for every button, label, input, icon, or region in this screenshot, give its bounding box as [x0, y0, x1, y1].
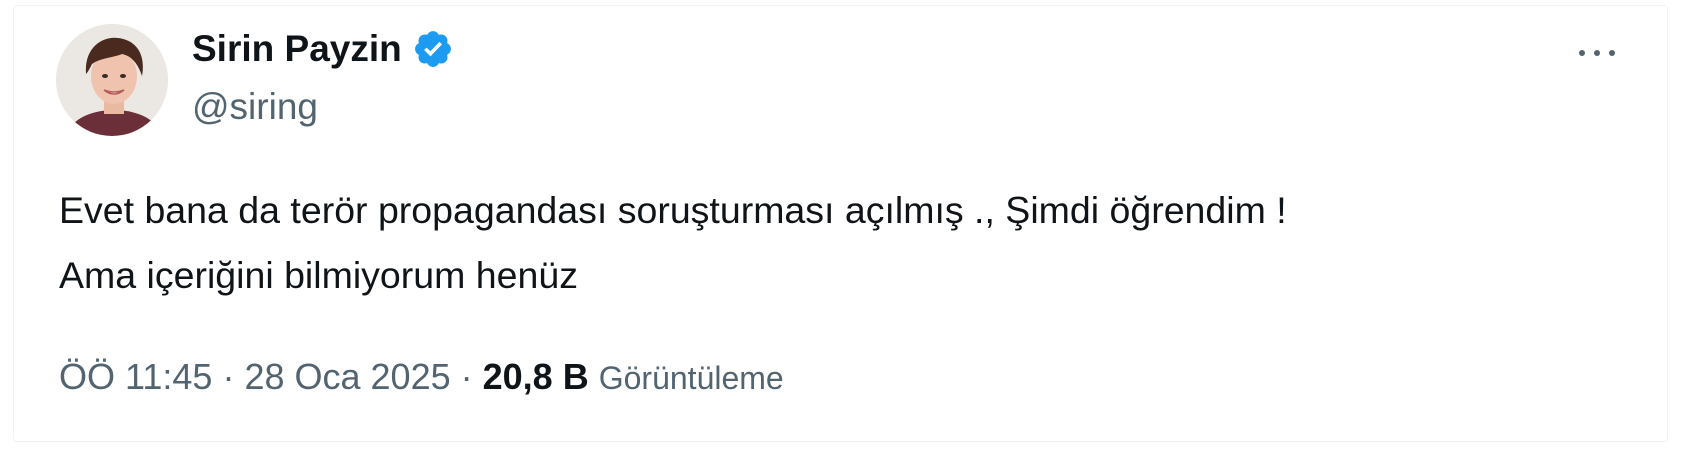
more-options-button[interactable] — [1575, 38, 1625, 68]
avatar[interactable] — [56, 24, 168, 136]
more-horizontal-icon — [1579, 50, 1585, 56]
tweet-date[interactable]: 28 Oca 2025 — [244, 356, 450, 397]
tweet-time[interactable]: ÖÖ 11:45 — [59, 356, 212, 397]
author-display-name[interactable]: Sirin Payzin — [192, 26, 402, 72]
meta-separator: · — [460, 356, 473, 397]
author-name-row: Sirin Payzin — [192, 26, 454, 72]
tweet-line: Evet bana da terör propagandası soruştur… — [59, 189, 1287, 231]
more-dot — [1594, 50, 1600, 56]
views-label: Görüntüleme — [598, 360, 784, 396]
tweet-text: Evet bana da terör propagandası soruştur… — [59, 178, 1649, 308]
author-handle[interactable]: @siring — [192, 84, 318, 130]
views-count[interactable]: 20,8 B — [483, 356, 589, 397]
meta-separator: · — [222, 356, 235, 397]
more-dot — [1609, 50, 1615, 56]
tweet-line: Ama içeriğini bilmiyorum henüz — [59, 254, 578, 296]
verified-badge-icon[interactable] — [412, 28, 454, 70]
avatar-image — [56, 24, 168, 136]
tweet-meta: ÖÖ 11:45 · 28 Oca 2025 · 20,8 B Görüntül… — [59, 352, 784, 403]
